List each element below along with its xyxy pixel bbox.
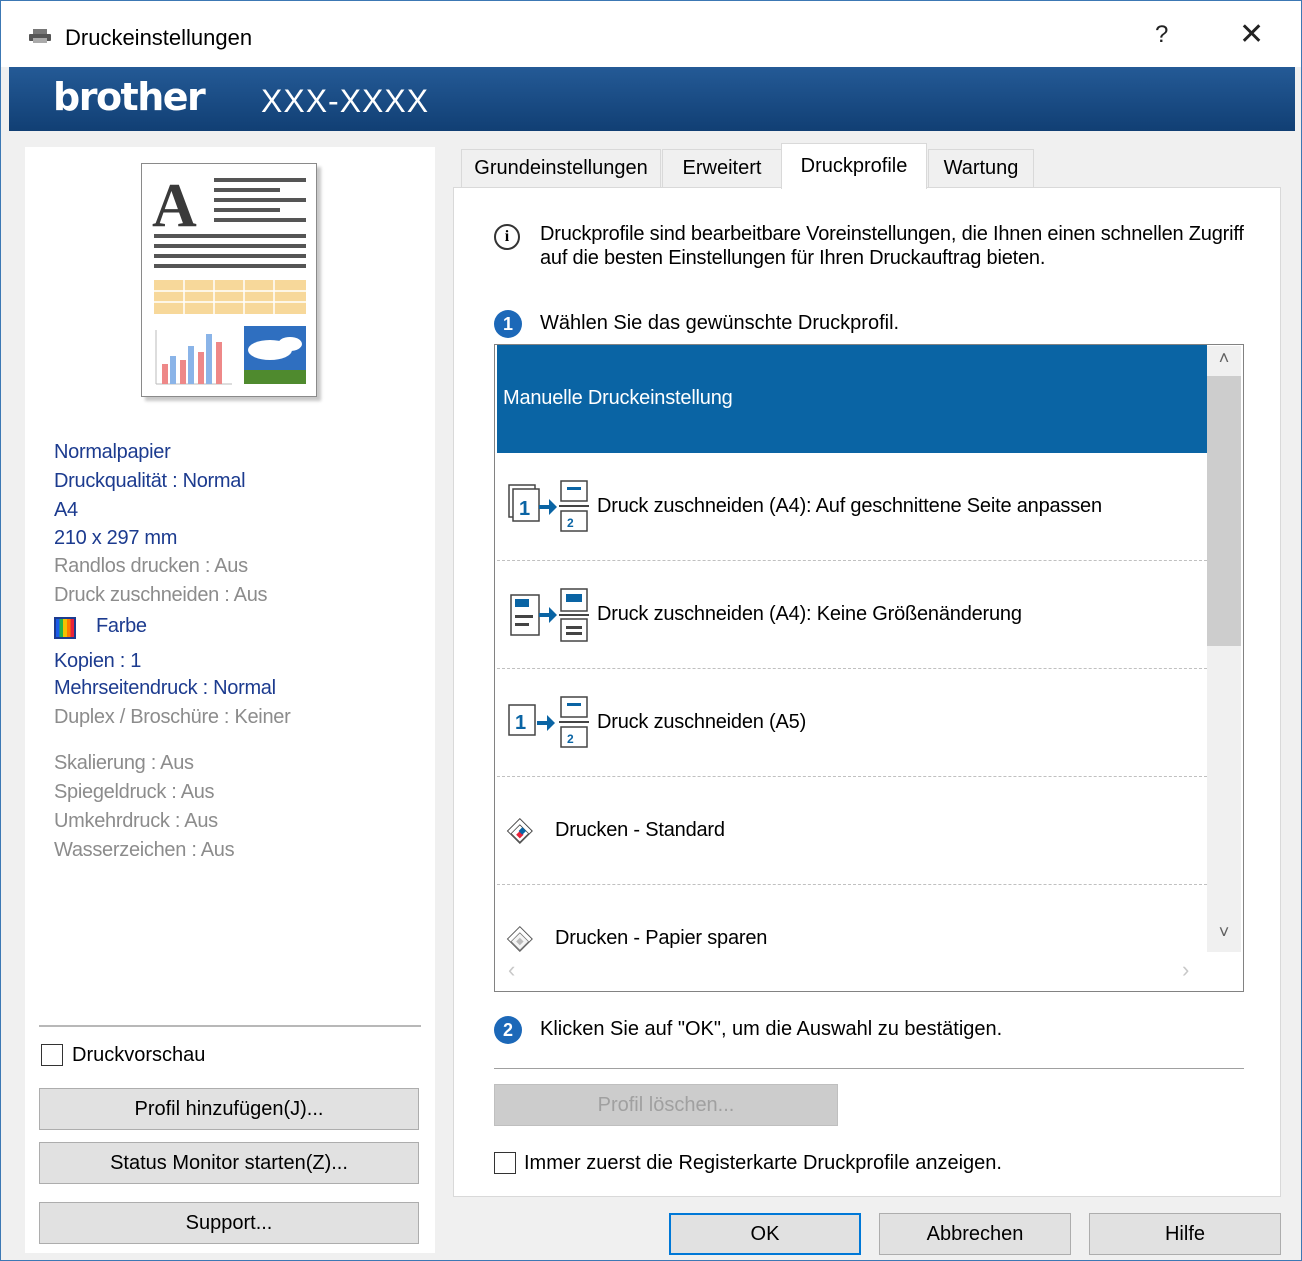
scroll-down-icon[interactable]: ˅: [1207, 922, 1241, 950]
add-profile-button[interactable]: Profil hinzufügen(J)...: [39, 1088, 419, 1130]
list-item[interactable]: Manuelle Druckeinstellung: [497, 345, 1207, 453]
tab-erweitert[interactable]: Erweitert: [662, 149, 782, 187]
summary-quality: Druckqualität : Normal: [54, 470, 246, 492]
always-show-profiles-checkbox[interactable]: [494, 1152, 516, 1174]
preview-image: A: [152, 172, 306, 385]
delete-profile-button[interactable]: Profil löschen...: [494, 1084, 838, 1126]
list-item[interactable]: 1 2 Druck zuschneiden (A4): Auf geschnit…: [497, 453, 1207, 561]
ok-button[interactable]: OK: [669, 1213, 861, 1255]
profiles-description: Druckprofile sind bearbeitbare Voreinste…: [540, 223, 1244, 269]
panel-divider: [494, 1068, 1244, 1069]
tab-wartung[interactable]: Wartung: [928, 149, 1034, 187]
help-button[interactable]: Hilfe: [1089, 1213, 1281, 1255]
cancel-button[interactable]: Abbrechen: [879, 1213, 1071, 1255]
summary-dimensions: 210 x 297 mm: [54, 527, 178, 549]
title-bar: Druckeinstellungen ? ✕: [1, 1, 1301, 67]
list-item-label: Druck zuschneiden (A4): Keine Größenände…: [597, 603, 1022, 625]
summary-cut: Druck zuschneiden : Aus: [54, 584, 268, 606]
status-monitor-button[interactable]: Status Monitor starten(Z)...: [39, 1142, 419, 1184]
window-title: Druckeinstellungen: [65, 25, 253, 50]
summary-copies: Kopien : 1: [54, 650, 142, 672]
help-icon[interactable]: ?: [1155, 21, 1168, 49]
druckprofile-panel: i Druckprofile sind bearbeitbare Voreins…: [453, 187, 1281, 1197]
summary-duplex: Duplex / Broschüre : Keiner: [54, 706, 291, 728]
summary-multipage: Mehrseitendruck : Normal: [54, 677, 276, 699]
list-item[interactable]: 1 2 Druck zuschneiden (A5): [497, 669, 1207, 777]
color-mode-icon: [54, 617, 76, 639]
summary-watermark: Wasserzeichen : Aus: [54, 839, 235, 861]
summary-size: A4: [54, 499, 78, 521]
svg-text:1: 1: [519, 498, 530, 520]
list-item-label: Druck zuschneiden (A4): Auf geschnittene…: [597, 495, 1102, 517]
svg-text:A: A: [152, 172, 197, 240]
printer-model: XXX-XXXX: [261, 83, 430, 119]
tab-druckprofile[interactable]: Druckprofile: [781, 143, 927, 189]
step-one-label: Wählen Sie das gewünschte Druckprofil.: [540, 312, 900, 334]
tab-grundeinstellungen[interactable]: Grundeinstellungen: [461, 149, 661, 187]
list-item-label: Drucken - Standard: [555, 819, 725, 841]
printer-icon: [29, 29, 51, 43]
print-settings-dialog: Druckeinstellungen ? ✕ brother XXX-XXXX …: [0, 0, 1302, 1261]
profile-list-horizontal-scrollbar[interactable]: ‹ ›: [496, 953, 1242, 991]
list-item[interactable]: Drucken - Standard: [497, 777, 1207, 885]
left-divider: [39, 1025, 421, 1027]
page-preview: A: [141, 163, 317, 397]
summary-borderless: Randlos drucken : Aus: [54, 555, 248, 577]
crop-a5-icon: 1 2: [508, 696, 589, 748]
close-icon[interactable]: ✕: [1239, 17, 1264, 52]
print-preview-checkbox[interactable]: [41, 1044, 63, 1066]
scroll-right-icon[interactable]: ›: [1182, 957, 1189, 983]
svg-text:2: 2: [567, 516, 574, 530]
print-standard-icon: [506, 817, 533, 845]
scroll-thumb[interactable]: [1207, 376, 1241, 646]
scroll-up-icon[interactable]: ˄: [1207, 348, 1241, 376]
summary-reverse: Umkehrdruck : Aus: [54, 810, 218, 832]
list-item-label: Druck zuschneiden (A5): [597, 711, 807, 733]
brand-banner: brother XXX-XXXX: [9, 67, 1295, 131]
crop-fit-icon: 1 2: [508, 480, 589, 532]
svg-text:2: 2: [567, 732, 574, 746]
list-item-label: Manuelle Druckeinstellung: [503, 387, 733, 409]
summary-color: Farbe: [96, 615, 147, 637]
info-icon: i: [494, 224, 520, 250]
list-item-label: Drucken - Papier sparen: [555, 927, 768, 949]
step-two-icon: 2: [494, 1016, 522, 1044]
support-button[interactable]: Support...: [39, 1202, 419, 1244]
summary-mirror: Spiegeldruck : Aus: [54, 781, 215, 803]
print-preview-label[interactable]: Druckvorschau: [72, 1044, 205, 1067]
scroll-left-icon[interactable]: ‹: [508, 957, 515, 983]
always-show-profiles-label[interactable]: Immer zuerst die Registerkarte Druckprof…: [524, 1152, 1002, 1175]
list-item[interactable]: Druck zuschneiden (A4): Keine Größenände…: [497, 561, 1207, 669]
svg-text:1: 1: [515, 712, 526, 734]
step-two-label: Klicken Sie auf "OK", um die Auswahl zu …: [540, 1018, 1003, 1040]
crop-no-resize-icon: [510, 588, 589, 642]
summary-scaling: Skalierung : Aus: [54, 752, 194, 774]
profile-list-vertical-scrollbar[interactable]: ˄ ˅: [1207, 346, 1241, 952]
summary-paper: Normalpapier: [54, 441, 171, 463]
brother-logo: brother: [53, 75, 206, 119]
profile-list[interactable]: Manuelle Druckeinstellung 1 2 Druck zusc…: [494, 344, 1244, 992]
step-one-icon: 1: [494, 310, 522, 338]
